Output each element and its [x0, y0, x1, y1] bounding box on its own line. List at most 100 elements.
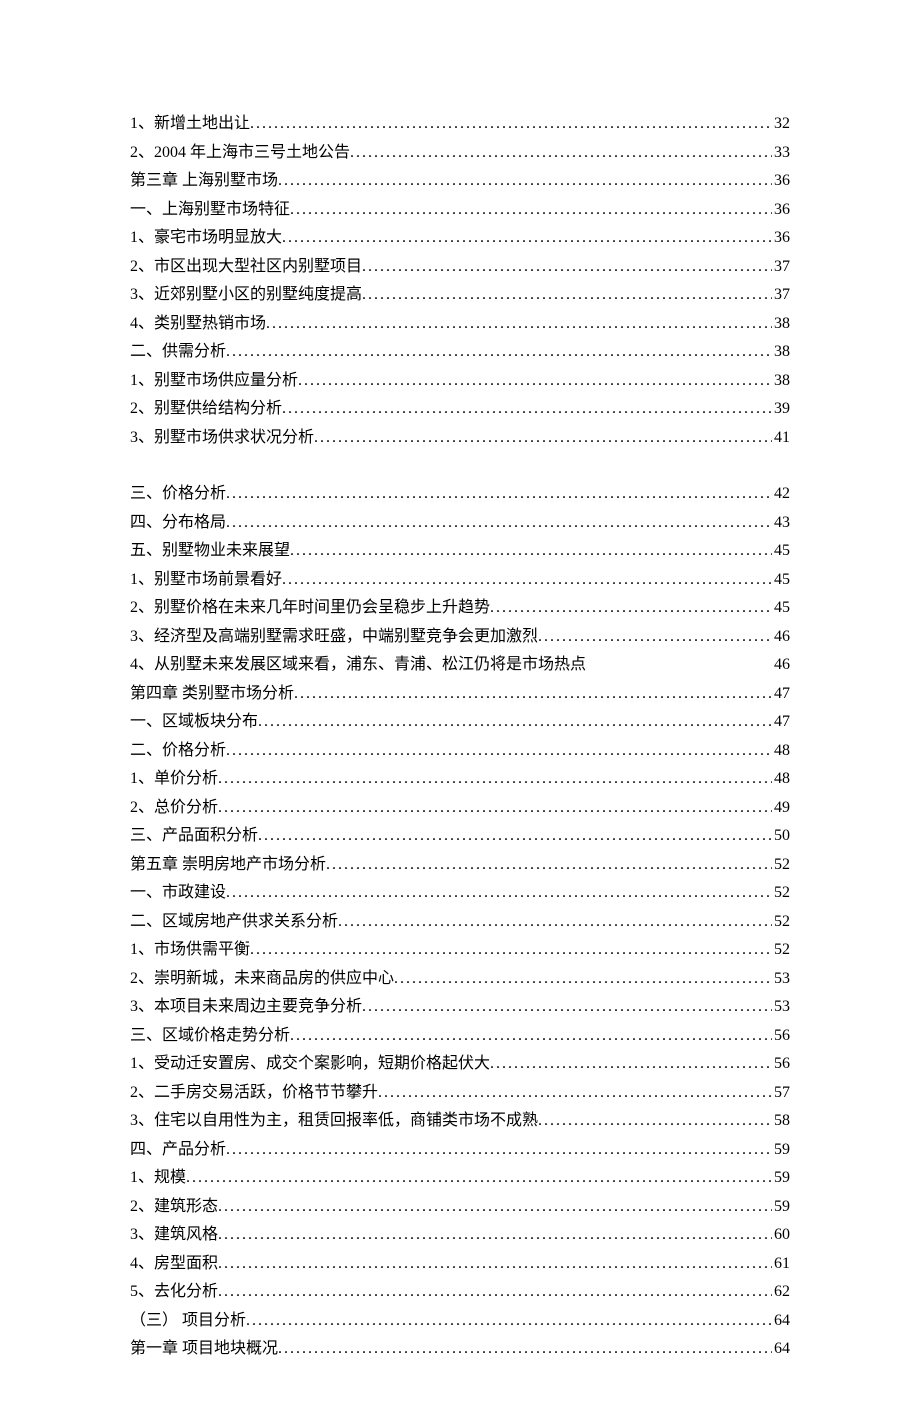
toc-entry: 三、区域价格走势分析56 [130, 1022, 790, 1051]
toc-entry-title: 1、市场供需平衡 [130, 936, 250, 965]
toc-entry-title: 3、近郊别墅小区的别墅纯度提高 [130, 281, 362, 310]
toc-entry: 4、房型面积61 [130, 1250, 790, 1279]
toc-entry-title: 一、区域板块分布 [130, 708, 258, 737]
toc-entry-page: 56 [772, 1050, 790, 1079]
toc-entry: 第一章 项目地块概况64 [130, 1335, 790, 1364]
toc-leader-dots [282, 224, 772, 253]
toc-entry: 一、区域板块分布 47 [130, 708, 790, 737]
toc-entry-page: 37 [772, 281, 790, 310]
toc-entry-title: 五、别墅物业未来展望 [130, 537, 290, 566]
toc-entry-page: 42 [772, 480, 790, 509]
toc-leader-dots [258, 822, 772, 851]
toc-entry-page: 48 [772, 737, 790, 766]
toc-entry: 3、本项目未来周边主要竞争分析53 [130, 993, 790, 1022]
toc-entry-page: 45 [772, 537, 790, 566]
toc-entry-title: 第五章 崇明房地产市场分析 [130, 851, 326, 880]
toc-entry-page: 52 [772, 879, 790, 908]
toc-entry: 一、市政建设52 [130, 879, 790, 908]
toc-leader-dots [394, 965, 772, 994]
toc-page: 1、新增土地出让 32 2、2004 年上海市三号土地公告 33第三章 上海别墅市场3… [0, 0, 920, 1424]
toc-entry-title: 四、分布格局 [130, 509, 226, 538]
toc-entry: 四、分布格局43 [130, 509, 790, 538]
toc-entry: 1、规模59 [130, 1164, 790, 1193]
toc-entry-title: （三） 项目分析 [130, 1307, 246, 1336]
toc-leader-dots [258, 708, 772, 737]
toc-entry-page: 49 [772, 794, 790, 823]
toc-leader-dots [490, 594, 772, 623]
toc-leader-dots [218, 1250, 772, 1279]
toc-entry-page: 59 [772, 1136, 790, 1165]
toc-entry-page: 36 [772, 224, 790, 253]
toc-gap [130, 452, 790, 480]
toc-entry-page: 36 [772, 167, 790, 196]
toc-entry: 3、建筑风格60 [130, 1221, 790, 1250]
toc-entry-page: 45 [772, 566, 790, 595]
toc-entry-page: 47 [772, 708, 790, 737]
toc-entry: 一、上海别墅市场特征 36 [130, 196, 790, 225]
toc-entry-page: 32 [772, 110, 790, 139]
toc-entry-title: 2、建筑形态 [130, 1193, 218, 1222]
toc-entry-page: 53 [772, 993, 790, 1022]
toc-entry: 4、从别墅未来发展区域来看，浦东、青浦、松江仍将是市场热点46 [130, 651, 790, 680]
toc-entry-title: 2、2004 年上海市三号土地公告 [130, 139, 350, 168]
toc-entry: 1、新增土地出让 32 [130, 110, 790, 139]
toc-entry-title: 一、上海别墅市场特征 [130, 196, 290, 225]
toc-leader-dots [218, 1221, 772, 1250]
toc-entry: 2、2004 年上海市三号土地公告 33 [130, 139, 790, 168]
toc-leader-dots [218, 1278, 772, 1307]
toc-entry: 5、去化分析62 [130, 1278, 790, 1307]
toc-entry: 2、别墅价格在未来几年时间里仍会呈稳步上升趋势45 [130, 594, 790, 623]
toc-entry: 4、类别墅热销市场38 [130, 310, 790, 339]
toc-entry-page: 57 [772, 1079, 790, 1108]
toc-leader-dots [326, 851, 772, 880]
toc-entry-title: 5、去化分析 [130, 1278, 218, 1307]
toc-leader-dots [538, 623, 772, 652]
toc-leader-dots [290, 537, 772, 566]
toc-entry-title: 四、产品分析 [130, 1136, 226, 1165]
toc-leader-dots [250, 936, 772, 965]
toc-leader-dots [538, 1107, 772, 1136]
toc-entry: 2、市区出现大型社区内别墅项目37 [130, 253, 790, 282]
toc-leader-dots [314, 424, 772, 453]
toc-entry: 第四章 类别墅市场分析47 [130, 680, 790, 709]
toc-leader-dots [362, 253, 772, 282]
toc-leader-dots [278, 167, 772, 196]
toc-entry: 二、价格分析48 [130, 737, 790, 766]
toc-entry: （三） 项目分析 64 [130, 1307, 790, 1336]
toc-leader-dots [226, 338, 772, 367]
toc-entry-page: 36 [772, 196, 790, 225]
toc-entry-page: 48 [772, 765, 790, 794]
toc-entry-page: 56 [772, 1022, 790, 1051]
toc-leader-dots [186, 1164, 772, 1193]
toc-entry-title: 1、单价分析 [130, 765, 218, 794]
toc-entry: 3、近郊别墅小区的别墅纯度提高 37 [130, 281, 790, 310]
toc-entry-title: 二、供需分析 [130, 338, 226, 367]
toc-entry-title: 1、别墅市场供应量分析 [130, 367, 298, 396]
toc-entry: 第三章 上海别墅市场36 [130, 167, 790, 196]
toc-entry-title: 1、新增土地出让 [130, 110, 250, 139]
toc-entry: 三、产品面积分析50 [130, 822, 790, 851]
toc-entry-page: 33 [772, 139, 790, 168]
toc-entry-page: 45 [772, 594, 790, 623]
toc-entry: 3、别墅市场供求状况分析41 [130, 424, 790, 453]
toc-entry: 第五章 崇明房地产市场分析 52 [130, 851, 790, 880]
toc-entry-page: 52 [772, 851, 790, 880]
toc-leader-dots [278, 1335, 772, 1364]
toc-entry-page: 64 [772, 1307, 790, 1336]
toc-leader-dots [294, 680, 772, 709]
toc-entry: 3、经济型及高端别墅需求旺盛，中端别墅竞争会更加激烈46 [130, 623, 790, 652]
toc-leader-dots [226, 737, 772, 766]
toc-entry: 1、受动迁安置房、成交个案影响，短期价格起伏大56 [130, 1050, 790, 1079]
toc-leader-dots [362, 993, 772, 1022]
toc-leader-dots [226, 509, 772, 538]
toc-leader-dots [218, 1193, 772, 1222]
toc-entry-page: 59 [772, 1193, 790, 1222]
toc-entry-title: 2、总价分析 [130, 794, 218, 823]
toc-entry-page: 52 [772, 908, 790, 937]
toc-entry: 二、区域房地产供求关系分析52 [130, 908, 790, 937]
toc-entry: 2、崇明新城，未来商品房的供应中心53 [130, 965, 790, 994]
toc-entry-page: 60 [772, 1221, 790, 1250]
toc-leader-dots [490, 1050, 772, 1079]
toc-leader-dots [226, 879, 772, 908]
toc-entry-page: 38 [772, 338, 790, 367]
